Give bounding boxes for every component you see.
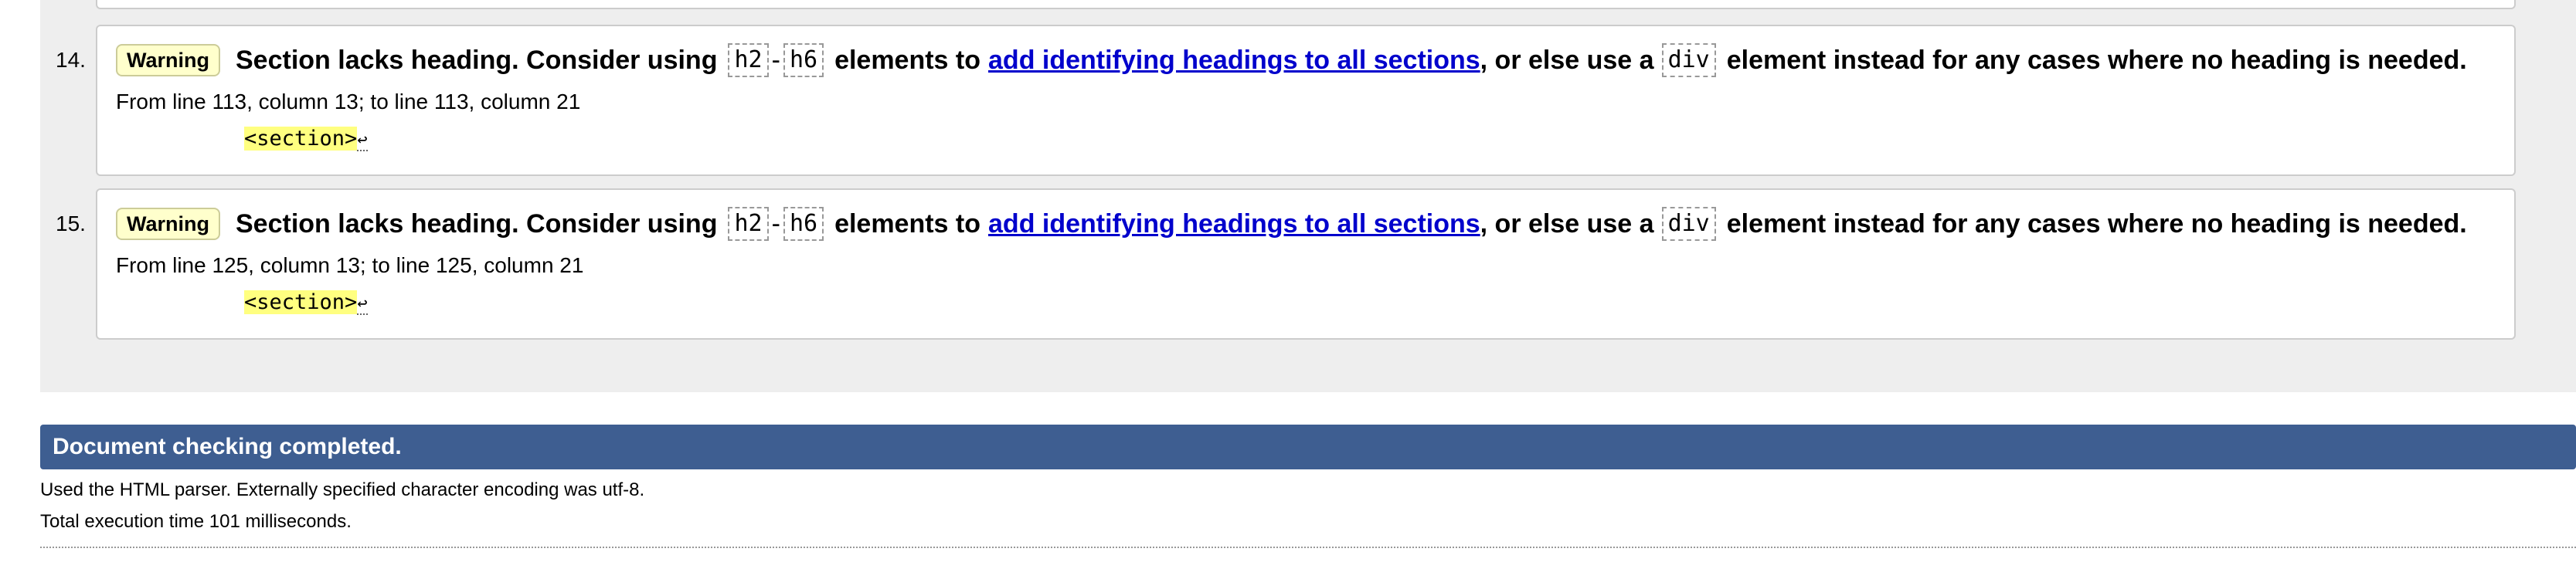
message-number: 14.	[56, 48, 86, 72]
code-separator: -	[771, 209, 780, 239]
message-text-mid: elements to	[834, 209, 981, 239]
extract-highlight: <section>	[244, 127, 358, 151]
code-h6: h6	[783, 207, 824, 241]
code-extract: <section>↩	[244, 289, 368, 318]
code-h2: h2	[728, 207, 769, 241]
parser-info: Used the HTML parser. Externally specifi…	[40, 479, 645, 500]
message-text-before: Section lacks heading. Consider using	[236, 46, 718, 75]
extract-highlight: <section>	[244, 290, 358, 314]
divider	[40, 547, 2576, 548]
code-separator: -	[771, 46, 780, 75]
previous-message-card	[96, 0, 2516, 9]
message-text-before: Section lacks heading. Consider using	[236, 209, 718, 239]
message-text: Warning Section lacks heading. Consider …	[116, 43, 2467, 77]
message-text-mid: elements to	[834, 46, 981, 75]
message-card: Warning Section lacks heading. Consider …	[96, 25, 2516, 176]
message-card: Warning Section lacks heading. Consider …	[96, 188, 2516, 340]
message-text-end: element instead for any cases where no h…	[1726, 46, 2467, 75]
warning-badge: Warning	[116, 44, 220, 76]
code-div: div	[1661, 207, 1716, 241]
message-text-end: element instead for any cases where no h…	[1726, 209, 2467, 239]
message-text-after-link: , or else use a	[1480, 46, 1654, 75]
status-title: Document checking completed.	[53, 434, 402, 459]
execution-time: Total execution time 101 milliseconds.	[40, 511, 352, 532]
headings-link[interactable]: add identifying headings to all sections	[988, 43, 1480, 77]
message-number: 15.	[56, 212, 86, 235]
headings-link[interactable]: add identifying headings to all sections	[988, 207, 1480, 241]
message-text: Warning Section lacks heading. Consider …	[116, 207, 2467, 241]
return-icon: ↩	[357, 294, 368, 315]
code-extract: <section>↩	[244, 125, 368, 154]
code-div: div	[1661, 43, 1716, 77]
message-location: From line 113, column 13; to line 113, c…	[116, 90, 581, 113]
code-h2: h2	[728, 43, 769, 77]
message-text-after-link: , or else use a	[1480, 209, 1654, 239]
warning-badge: Warning	[116, 208, 220, 240]
status-bar: Document checking completed.	[40, 425, 2576, 469]
code-h6: h6	[783, 43, 824, 77]
message-location: From line 125, column 13; to line 125, c…	[116, 253, 584, 277]
return-icon: ↩	[357, 130, 368, 151]
